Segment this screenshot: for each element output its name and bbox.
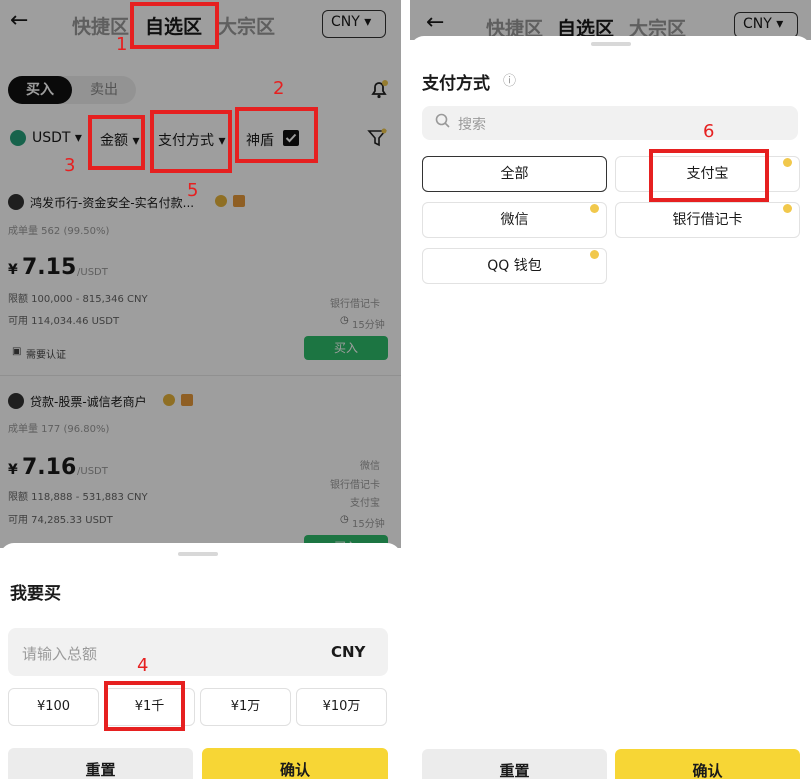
annotation-number: 5: [187, 180, 199, 201]
coin-icon: [590, 250, 599, 259]
annotation-box: [150, 110, 232, 173]
payment-option-bank-card[interactable]: 银行借记卡: [615, 202, 800, 238]
annotation-number: 2: [273, 78, 285, 99]
annotation-box: [104, 681, 185, 731]
payment-option-qq-wallet[interactable]: QQ 钱包: [422, 248, 607, 284]
annotation-number: 4: [137, 655, 149, 676]
sheet-handle[interactable]: [591, 42, 631, 46]
info-icon[interactable]: ⓘ: [503, 70, 516, 89]
coin-icon: [590, 204, 599, 213]
search-icon: [434, 112, 452, 130]
confirm-button[interactable]: 确认: [615, 749, 800, 779]
payment-option-all[interactable]: 全部: [422, 156, 607, 192]
annotation-number: 1: [116, 34, 128, 55]
amount-placeholder: 请输入总额: [22, 645, 98, 663]
reset-button[interactable]: 重置: [8, 748, 193, 779]
payment-option-wechat[interactable]: 微信: [422, 202, 607, 238]
annotation-box: [235, 107, 318, 163]
left-screen: ← 快捷区 自选区 大宗区 CNY ▾ 买入 卖出 USDT ▾ 金额 ▾ 支付…: [0, 0, 401, 779]
input-currency: CNY: [331, 643, 366, 661]
panel-divider: [401, 0, 410, 779]
right-screen: ← 快捷区 自选区 大宗区 CNY ▾ 支付方式 ⓘ 搜索 全部 支付宝 微信 …: [410, 0, 811, 779]
payment-method-sheet: 支付方式 ⓘ 搜索 全部 支付宝 微信 银行借记卡 QQ 钱包 重置 确认: [410, 36, 811, 779]
reset-button[interactable]: 重置: [422, 749, 607, 779]
amount-sheet: 我要买 请输入总额 CNY ¥100 ¥1千 ¥1万 ¥10万 重置 确认: [0, 543, 401, 779]
sheet-handle[interactable]: [178, 552, 218, 556]
annotation-box: [649, 149, 769, 202]
annotation-box: [88, 115, 145, 170]
quick-amount-100k[interactable]: ¥10万: [296, 688, 387, 726]
coin-icon: [783, 204, 792, 213]
quick-amount-100[interactable]: ¥100: [8, 688, 99, 726]
quick-amount-10k[interactable]: ¥1万: [200, 688, 291, 726]
modal-backdrop[interactable]: [0, 0, 401, 548]
coin-icon: [783, 158, 792, 167]
sheet-title: 我要买: [10, 584, 61, 604]
annotation-box: [130, 2, 219, 49]
annotation-number: 6: [703, 121, 715, 142]
sheet-title: 支付方式: [422, 74, 490, 94]
modal-backdrop[interactable]: [410, 0, 811, 40]
annotation-number: 3: [64, 155, 76, 176]
confirm-button[interactable]: 确认: [202, 748, 388, 779]
search-placeholder: 搜索: [458, 117, 486, 133]
